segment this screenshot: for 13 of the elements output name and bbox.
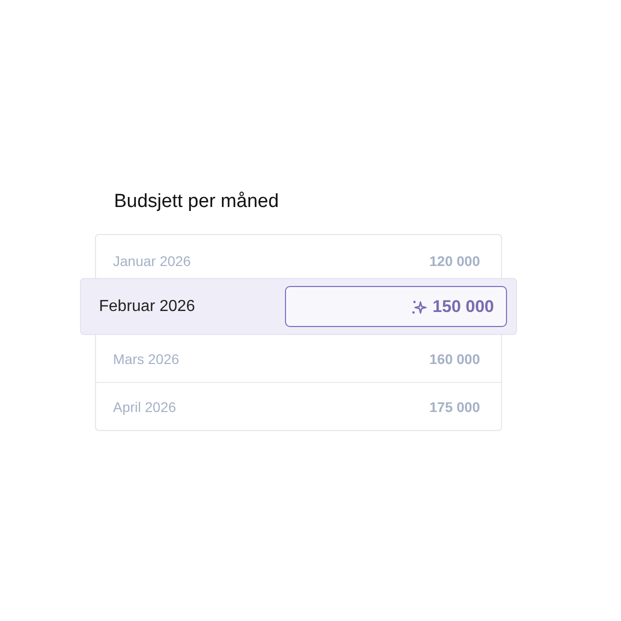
month-row[interactable]: Februar 2026 150 000 xyxy=(80,278,517,335)
amount-value: 120 000 xyxy=(429,252,480,268)
amount-value: 160 000 xyxy=(429,350,480,366)
month-label: April 2026 xyxy=(113,398,176,414)
amount-value: 175 000 xyxy=(429,398,480,414)
month-row[interactable]: Mars 2026 160 000 xyxy=(96,335,501,383)
sparkle-icon xyxy=(410,298,427,314)
month-row[interactable]: April 2026 175 000 xyxy=(96,383,501,430)
month-label: Mars 2026 xyxy=(113,350,180,366)
month-label: Januar 2026 xyxy=(113,252,191,268)
section-title: Budsjett per måned xyxy=(114,190,280,214)
month-label: Februar 2026 xyxy=(99,298,196,316)
amount-field[interactable]: 150 000 xyxy=(285,286,507,327)
